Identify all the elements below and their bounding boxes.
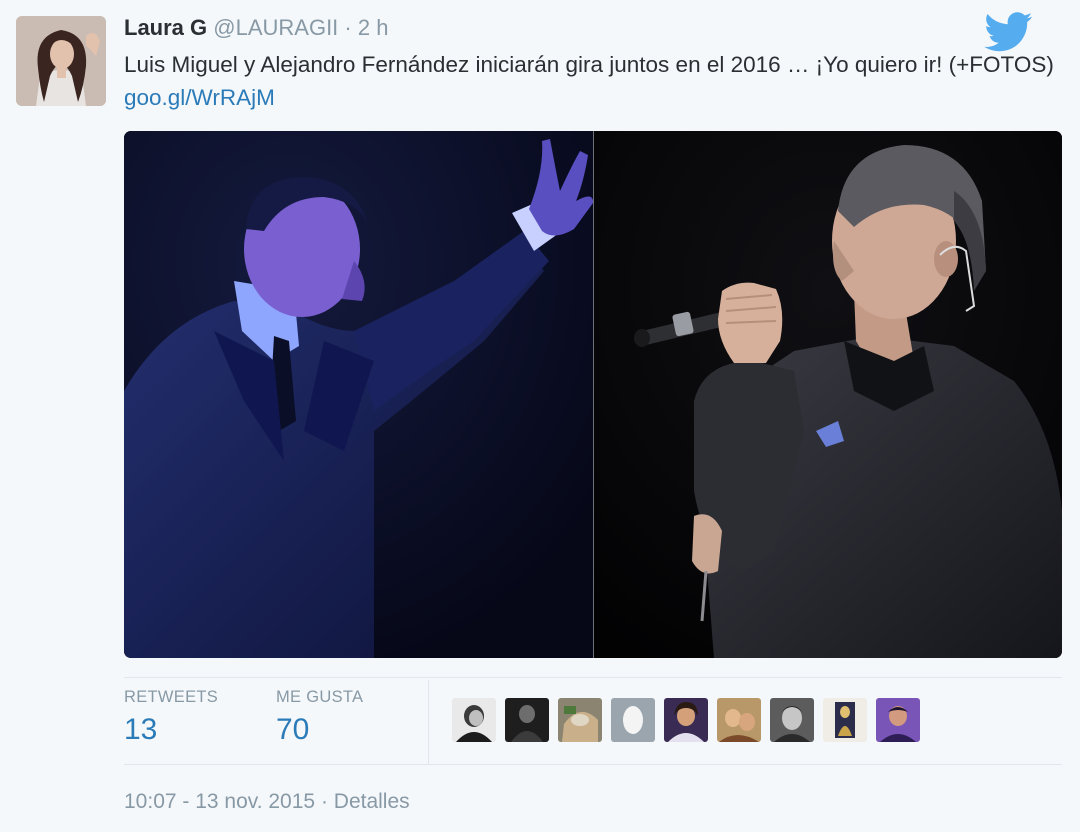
author-handle[interactable]: @LAURAGII bbox=[213, 15, 338, 40]
likers-avatars bbox=[452, 698, 920, 742]
user-avatar-photo bbox=[16, 16, 106, 106]
author-avatar[interactable] bbox=[16, 16, 106, 106]
likes-label: ME GUSTA bbox=[276, 688, 364, 706]
liker-avatar-2[interactable] bbox=[505, 698, 549, 742]
likes-stat[interactable]: ME GUSTA 70 bbox=[276, 688, 363, 747]
media-photo-left bbox=[124, 131, 593, 658]
liker-avatar-5[interactable] bbox=[664, 698, 708, 742]
tweet-media[interactable] bbox=[124, 131, 1062, 658]
liker-avatar-9[interactable] bbox=[876, 698, 920, 742]
retweets-label: RETWEETS bbox=[124, 688, 219, 706]
footer-separator: · bbox=[320, 790, 328, 813]
stats-top-border bbox=[124, 677, 1062, 678]
tweet-time[interactable]: 2 h bbox=[358, 15, 389, 40]
likes-count[interactable]: 70 bbox=[276, 713, 363, 747]
twitter-bird-icon[interactable] bbox=[984, 12, 1034, 52]
stats-bottom-border bbox=[124, 764, 1062, 765]
tweet-timestamp[interactable]: 10:07 - 13 nov. 2015 bbox=[124, 790, 315, 813]
liker-avatar-1[interactable] bbox=[452, 698, 496, 742]
liker-avatar-7[interactable] bbox=[770, 698, 814, 742]
retweets-stat[interactable]: RETWEETS 13 bbox=[124, 688, 218, 747]
liker-avatar-8[interactable] bbox=[823, 698, 867, 742]
media-photo-right bbox=[594, 131, 1062, 658]
tweet-text: Luis Miguel y Alejandro Fernández inicia… bbox=[124, 48, 1064, 114]
stats-separator bbox=[428, 680, 429, 764]
liker-avatar-3[interactable] bbox=[558, 698, 602, 742]
tweet-footer: 10:07 - 13 nov. 2015 · Detalles bbox=[124, 790, 410, 814]
tweet-header: Laura G @LAURAGII · 2 h bbox=[124, 14, 388, 42]
tweet-link[interactable]: goo.gl/WrRAjM bbox=[124, 85, 275, 110]
tweet-card: Laura G @LAURAGII · 2 h Luis Miguel y Al… bbox=[0, 0, 1080, 832]
liker-avatar-4[interactable] bbox=[611, 698, 655, 742]
retweets-count[interactable]: 13 bbox=[124, 713, 218, 747]
details-link[interactable]: Detalles bbox=[334, 790, 410, 813]
header-separator: · bbox=[344, 15, 352, 40]
author-name[interactable]: Laura G bbox=[124, 15, 207, 40]
tweet-text-body: Luis Miguel y Alejandro Fernández inicia… bbox=[124, 52, 1054, 77]
liker-avatar-6[interactable] bbox=[717, 698, 761, 742]
